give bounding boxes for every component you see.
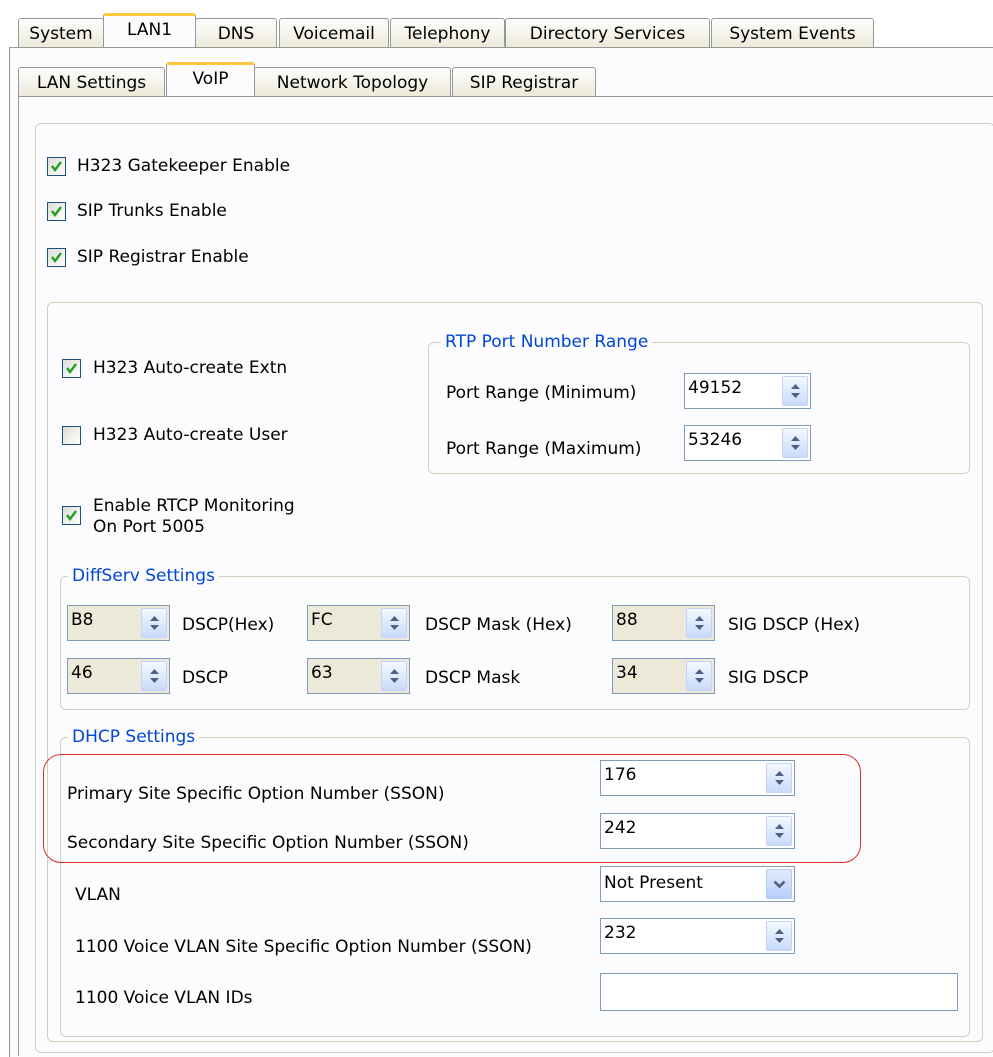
primary-sson-spinner[interactable]: 176 (600, 760, 795, 796)
sig-dscp-hex-value: 88 (616, 610, 638, 630)
rtcp-monitoring-checkbox[interactable] (62, 506, 81, 525)
chevron-down-icon[interactable] (766, 869, 792, 899)
tab-network-topology[interactable]: Network Topology (254, 67, 451, 97)
voice-vlan-sson-spinner[interactable]: 232 (600, 918, 795, 954)
rtcp-monitoring-label-line2: On Port 5005 (93, 517, 205, 537)
voice-vlan-sson-label: 1100 Voice VLAN Site Specific Option Num… (75, 937, 532, 957)
tab-directory-services[interactable]: Directory Services (505, 18, 710, 48)
spin-arrows-icon[interactable] (686, 661, 712, 691)
sig-dscp-hex-label: SIG DSCP (Hex) (728, 615, 861, 635)
dscp-hex-value: B8 (71, 610, 94, 630)
h323-gatekeeper-checkbox[interactable] (47, 157, 66, 176)
dscp-mask-hex-value: FC (311, 610, 333, 630)
sig-dscp-value: 34 (616, 663, 638, 683)
tab-voicemail[interactable]: Voicemail (279, 18, 389, 48)
dscp-mask-hex-label: DSCP Mask (Hex) (425, 615, 572, 635)
h323-auto-create-extn-checkbox[interactable] (62, 359, 81, 378)
sig-dscp-hex-spinner[interactable]: 88 (612, 605, 715, 641)
sip-trunks-label: SIP Trunks Enable (77, 201, 227, 221)
secondary-sson-label: Secondary Site Specific Option Number (S… (67, 833, 469, 853)
vlan-label: VLAN (75, 885, 121, 905)
primary-sson-value: 176 (604, 765, 637, 785)
tab-system[interactable]: System (18, 18, 104, 48)
sip-registrar-label: SIP Registrar Enable (77, 247, 249, 267)
port-range-max-value: 53246 (688, 430, 743, 450)
h323-gatekeeper-label: H323 Gatekeeper Enable (77, 156, 291, 176)
tab-voip[interactable]: VoIP (166, 62, 255, 96)
dscp-mask-hex-spinner[interactable]: FC (307, 605, 410, 641)
voice-vlan-ids-label: 1100 Voice VLAN IDs (75, 988, 253, 1008)
sip-registrar-checkbox[interactable] (47, 248, 66, 267)
spin-arrows-icon[interactable] (381, 661, 407, 691)
vlan-dropdown[interactable]: Not Present (600, 866, 795, 902)
tab-dns[interactable]: DNS (195, 18, 277, 48)
port-range-max-spinner[interactable]: 53246 (684, 425, 811, 461)
dscp-hex-label: DSCP(Hex) (182, 615, 275, 635)
check-icon (66, 510, 77, 521)
secondary-sson-value: 242 (604, 818, 637, 838)
sip-trunks-checkbox[interactable] (47, 202, 66, 221)
dscp-mask-spinner[interactable]: 63 (307, 658, 410, 694)
primary-sson-label: Primary Site Specific Option Number (SSO… (67, 784, 445, 804)
spin-arrows-icon[interactable] (766, 763, 792, 793)
spin-arrows-icon[interactable] (766, 921, 792, 951)
voice-vlan-ids-input[interactable] (600, 973, 958, 1011)
port-range-min-value: 49152 (688, 378, 743, 398)
port-range-max-label: Port Range (Maximum) (446, 439, 642, 459)
diffserv-group (60, 576, 970, 710)
spin-arrows-icon[interactable] (766, 816, 792, 846)
diffserv-title: DiffServ Settings (68, 566, 219, 586)
port-range-min-label: Port Range (Minimum) (446, 383, 637, 403)
tab-telephony[interactable]: Telephony (390, 18, 505, 48)
vlan-selected-value: Not Present (604, 873, 703, 893)
tab-lan-settings[interactable]: LAN Settings (18, 67, 165, 97)
spin-arrows-icon[interactable] (381, 608, 407, 638)
dscp-mask-label: DSCP Mask (425, 668, 521, 688)
dscp-label: DSCP (182, 668, 229, 688)
h323-auto-create-extn-label: H323 Auto-create Extn (93, 358, 288, 378)
spin-arrows-icon[interactable] (141, 608, 167, 638)
secondary-sson-spinner[interactable]: 242 (600, 813, 795, 849)
check-icon (66, 363, 77, 374)
rtp-port-range-title: RTP Port Number Range (441, 332, 653, 352)
sig-dscp-spinner[interactable]: 34 (612, 658, 715, 694)
dhcp-title: DHCP Settings (68, 727, 200, 747)
dscp-hex-spinner[interactable]: B8 (67, 605, 170, 641)
dscp-spinner[interactable]: 46 (67, 658, 170, 694)
sig-dscp-label: SIG DSCP (728, 668, 809, 688)
check-icon (51, 206, 62, 217)
rtcp-monitoring-label-line1: Enable RTCP Monitoring (93, 496, 295, 516)
spin-arrows-icon[interactable] (782, 428, 808, 458)
check-icon (51, 252, 62, 263)
spin-arrows-icon[interactable] (141, 661, 167, 691)
tab-sip-registrar[interactable]: SIP Registrar (452, 67, 596, 97)
port-range-min-spinner[interactable]: 49152 (684, 373, 811, 409)
check-icon (51, 161, 62, 172)
h323-auto-create-user-label: H323 Auto-create User (93, 425, 288, 445)
tab-system-events[interactable]: System Events (711, 18, 874, 48)
dscp-value: 46 (71, 663, 93, 683)
tab-lan1[interactable]: LAN1 (103, 13, 196, 47)
spin-arrows-icon[interactable] (782, 376, 808, 406)
h323-auto-create-user-checkbox[interactable] (62, 426, 81, 445)
dscp-mask-value: 63 (311, 663, 333, 683)
voice-vlan-sson-value: 232 (604, 923, 637, 943)
spin-arrows-icon[interactable] (686, 608, 712, 638)
